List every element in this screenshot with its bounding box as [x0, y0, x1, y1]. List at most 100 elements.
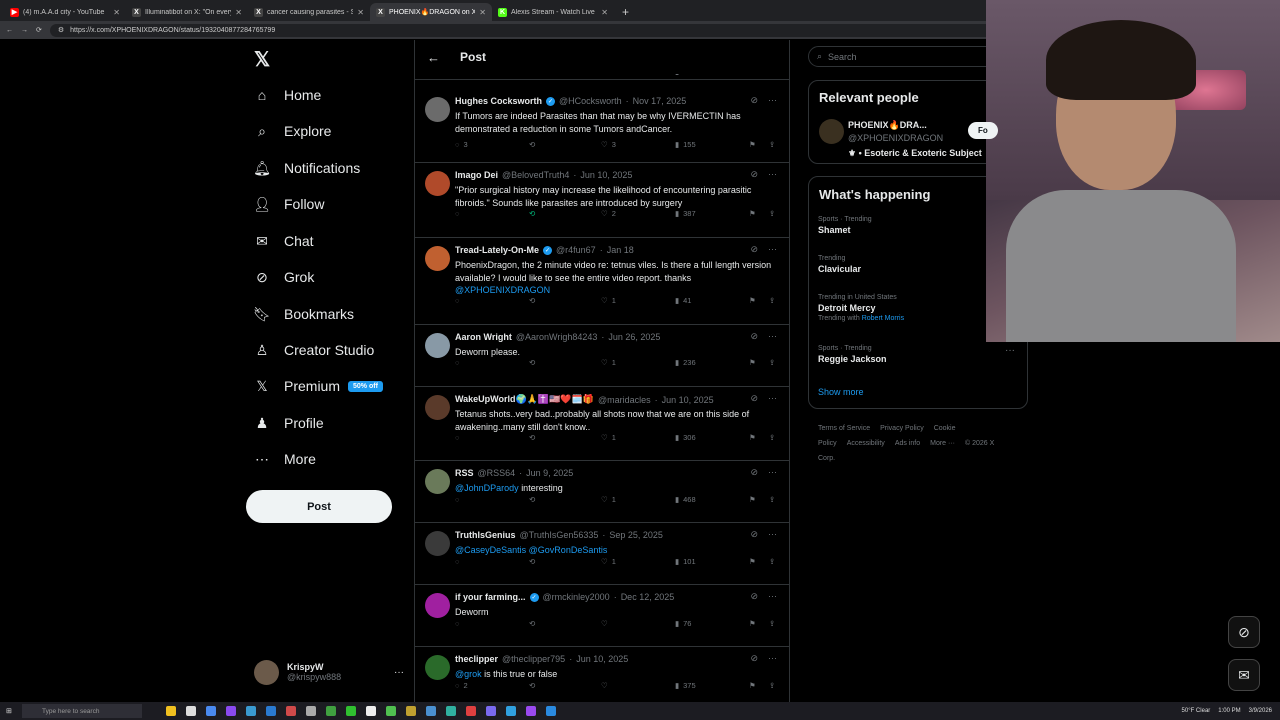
- browser-tab[interactable]: ▶ (4) m.A.A.d city - YouTube ✕: [4, 3, 126, 21]
- forward-icon[interactable]: →: [21, 27, 28, 34]
- grok-icon[interactable]: ⊘: [750, 529, 758, 540]
- app-icon[interactable]: [226, 706, 236, 716]
- app-icon[interactable]: [206, 706, 216, 716]
- share-button[interactable]: ⇪: [769, 495, 775, 504]
- reply-tweet[interactable]: theclipper @theclipper795 · Jun 10, 2025 ⊘ ··…: [415, 647, 789, 709]
- reply-button[interactable]: ◌: [455, 209, 463, 218]
- like-button[interactable]: ♡ 1: [601, 433, 616, 442]
- browser-tab[interactable]: X PHOENIX🔥DRAGON on X: "Pr✕: [370, 3, 492, 21]
- back-arrow-icon[interactable]: ←: [427, 50, 440, 65]
- footer-link[interactable]: Privacy Policy: [880, 425, 924, 432]
- avatar[interactable]: [425, 97, 450, 122]
- app-icon[interactable]: [426, 706, 436, 716]
- mention-link[interactable]: @CaseyDeSantis @GovRonDeSantis: [455, 545, 607, 555]
- grok-icon[interactable]: ⊘: [750, 169, 758, 180]
- trend-item[interactable]: Sports · Trending Reggie Jackson: [818, 345, 887, 364]
- app-icon[interactable]: [546, 706, 556, 716]
- author-name[interactable]: Hughes Cocksworth: [455, 96, 542, 106]
- clock-time[interactable]: 1:00 PM: [1218, 708, 1240, 714]
- bookmark-button[interactable]: ⚑: [749, 681, 756, 690]
- share-button[interactable]: ⇪: [769, 140, 775, 149]
- relevant-name[interactable]: PHOENIX🔥DRA...: [848, 120, 927, 131]
- footer-link[interactable]: Terms of Service: [818, 425, 870, 432]
- reply-button[interactable]: ◌: [455, 495, 463, 504]
- tweet-date[interactable]: Jun 9, 2025: [526, 468, 573, 478]
- account-switcher[interactable]: KrispyW @krispyw888 ···: [254, 658, 404, 686]
- tweet-date[interactable]: Jun 26, 2025: [608, 332, 660, 342]
- sidebar-item-premium[interactable]: 𝕏 Premium 50% off: [254, 375, 383, 397]
- share-button[interactable]: ⇪: [769, 209, 775, 218]
- reply-button[interactable]: ◌: [455, 619, 463, 628]
- bookmark-button[interactable]: ⚑: [749, 495, 756, 504]
- windows-start-icon[interactable]: ⊞: [6, 707, 12, 715]
- trend-more-icon[interactable]: ···: [1005, 345, 1015, 356]
- grok-icon[interactable]: ⊘: [750, 95, 758, 106]
- reply-tweet[interactable]: Hughes Cocksworth ✓ @HCocksworth · Nov 17, 2…: [415, 89, 789, 163]
- like-button[interactable]: ♡ 1: [601, 358, 616, 367]
- avatar[interactable]: [425, 395, 450, 420]
- weather-text[interactable]: 50°F Clear: [1182, 708, 1211, 714]
- reply-tweet[interactable]: Aaron Wright @AaronWrigh84243 · Jun 26, 202…: [415, 325, 789, 387]
- author-handle[interactable]: @HCocksworth: [559, 96, 622, 106]
- mention-link[interactable]: @grok: [455, 669, 482, 679]
- author-name[interactable]: TruthIsGenius: [455, 530, 516, 540]
- clock-date[interactable]: 3/9/2026: [1249, 708, 1272, 714]
- trend-with-link[interactable]: Robert Morris: [862, 315, 904, 322]
- avatar[interactable]: [425, 171, 450, 196]
- share-button[interactable]: ⇪: [769, 433, 775, 442]
- tweet-date[interactable]: Sep 25, 2025: [609, 530, 663, 540]
- browser-tab[interactable]: Xcancer causing parasites - Search✕: [248, 3, 370, 21]
- views-button[interactable]: ▮ 375: [675, 681, 696, 690]
- browser-tab[interactable]: X Illuminatibot on X: "On every plat ✕: [126, 3, 248, 21]
- close-icon[interactable]: ✕: [235, 8, 242, 17]
- more-icon[interactable]: ···: [768, 653, 777, 664]
- app-icon[interactable]: [166, 706, 176, 716]
- app-icon[interactable]: [186, 706, 196, 716]
- grok-float-icon[interactable]: ⊘: [1228, 616, 1260, 648]
- close-icon[interactable]: ✕: [357, 8, 364, 17]
- trend-item[interactable]: Trending Clavicular: [818, 255, 861, 274]
- app-icon[interactable]: [326, 706, 336, 716]
- tweet-date[interactable]: Jan 18: [607, 245, 634, 255]
- sidebar-item-explore[interactable]: ⌕ Explore: [254, 120, 331, 142]
- footer-link[interactable]: Ads info: [895, 440, 920, 447]
- taskbar-search[interactable]: Type here to search: [22, 704, 142, 718]
- bookmark-button[interactable]: ⚑: [749, 209, 756, 218]
- author-handle[interactable]: @AaronWrigh84243: [516, 332, 598, 342]
- share-button[interactable]: ⇪: [769, 619, 775, 628]
- app-icon[interactable]: [366, 706, 376, 716]
- more-icon[interactable]: ···: [768, 169, 777, 180]
- avatar[interactable]: [425, 333, 450, 358]
- grok-icon[interactable]: ⊘: [750, 393, 758, 404]
- close-icon[interactable]: ✕: [601, 8, 608, 17]
- like-button[interactable]: ♡ 3: [601, 140, 616, 149]
- app-icon[interactable]: [406, 706, 416, 716]
- sidebar-item-chat[interactable]: ✉ Chat: [254, 230, 313, 252]
- repost-button[interactable]: ⟲: [529, 433, 539, 442]
- app-icon[interactable]: [466, 706, 476, 716]
- views-button[interactable]: ▮ 41: [675, 296, 691, 305]
- repost-button[interactable]: ⟲: [529, 619, 539, 628]
- repost-button[interactable]: ⟲: [529, 557, 539, 566]
- views-button[interactable]: ▮ 387: [675, 209, 696, 218]
- grok-icon[interactable]: ⊘: [750, 331, 758, 342]
- footer-link[interactable]: More ···: [930, 440, 955, 447]
- footer-link[interactable]: Accessibility: [847, 440, 885, 447]
- app-icon[interactable]: [286, 706, 296, 716]
- repost-button[interactable]: ⟲: [529, 140, 539, 149]
- reply-button[interactable]: ◌: [455, 433, 463, 442]
- reply-tweet[interactable]: RSS @RSS64 · Jun 9, 2025 ⊘ ··· @JohnDParody in…: [415, 461, 789, 523]
- author-handle[interactable]: @TruthIsGen56335: [520, 530, 599, 540]
- reply-tweet[interactable]: TruthIsGenius @TruthIsGen56335 · Sep 25, 20…: [415, 523, 789, 585]
- bookmark-button[interactable]: ⚑: [749, 296, 756, 305]
- new-tab-icon[interactable]: +: [614, 3, 637, 21]
- more-icon[interactable]: ···: [768, 591, 777, 602]
- url-text[interactable]: https://x.com/XPHOENIXDRAGON/status/1932…: [70, 27, 275, 34]
- trend-item[interactable]: Trending in United States Detroit Mercy Tr…: [818, 294, 904, 322]
- like-button[interactable]: ♡: [601, 681, 612, 690]
- author-name[interactable]: Aaron Wright: [455, 332, 512, 342]
- repost-button[interactable]: ⟲: [529, 358, 539, 367]
- reply-tweet[interactable]: if your farming... ✓ @rmckinley2000 · Dec 12…: [415, 585, 789, 647]
- close-icon[interactable]: ✕: [479, 8, 486, 17]
- views-button[interactable]: ▮ 76: [675, 619, 691, 628]
